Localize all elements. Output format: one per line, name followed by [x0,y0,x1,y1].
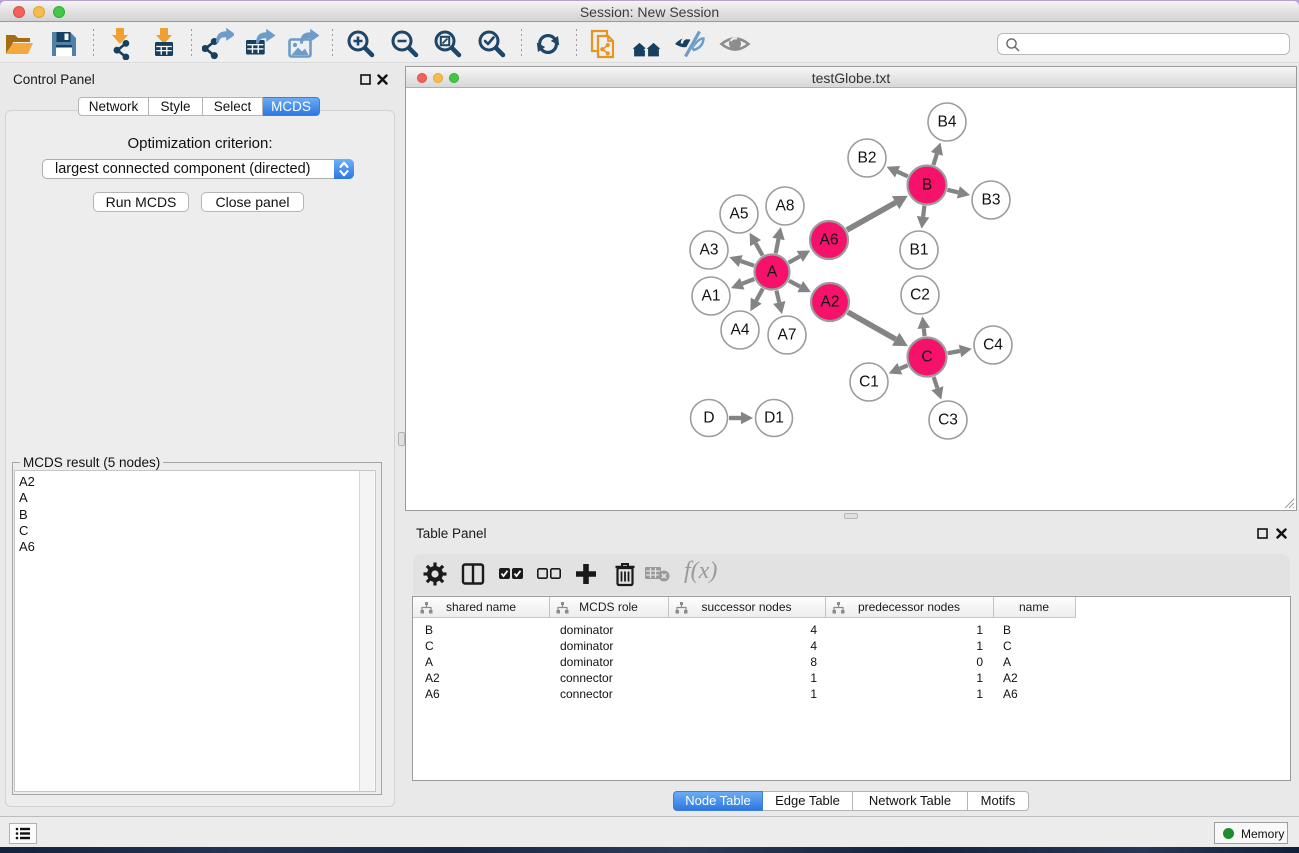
svg-text:C3: C3 [938,412,958,429]
svg-text:A8: A8 [776,198,795,215]
svg-text:B1: B1 [910,242,929,259]
svg-text:C2: C2 [910,287,930,304]
svg-text:A7: A7 [778,327,797,344]
svg-text:B3: B3 [982,192,1001,209]
svg-text:D1: D1 [764,410,784,427]
svg-text:B: B [922,177,932,194]
svg-text:A: A [767,264,778,281]
svg-text:D: D [703,410,714,427]
svg-text:C4: C4 [983,337,1003,354]
svg-text:A3: A3 [700,242,719,259]
svg-text:A6: A6 [820,232,839,249]
svg-text:A4: A4 [731,322,750,339]
svg-text:B2: B2 [858,150,877,167]
svg-text:C1: C1 [859,374,879,391]
svg-text:A5: A5 [730,206,749,223]
svg-text:A1: A1 [702,288,721,305]
svg-text:B4: B4 [938,114,957,131]
svg-text:C: C [921,349,932,366]
svg-text:A2: A2 [821,294,840,311]
